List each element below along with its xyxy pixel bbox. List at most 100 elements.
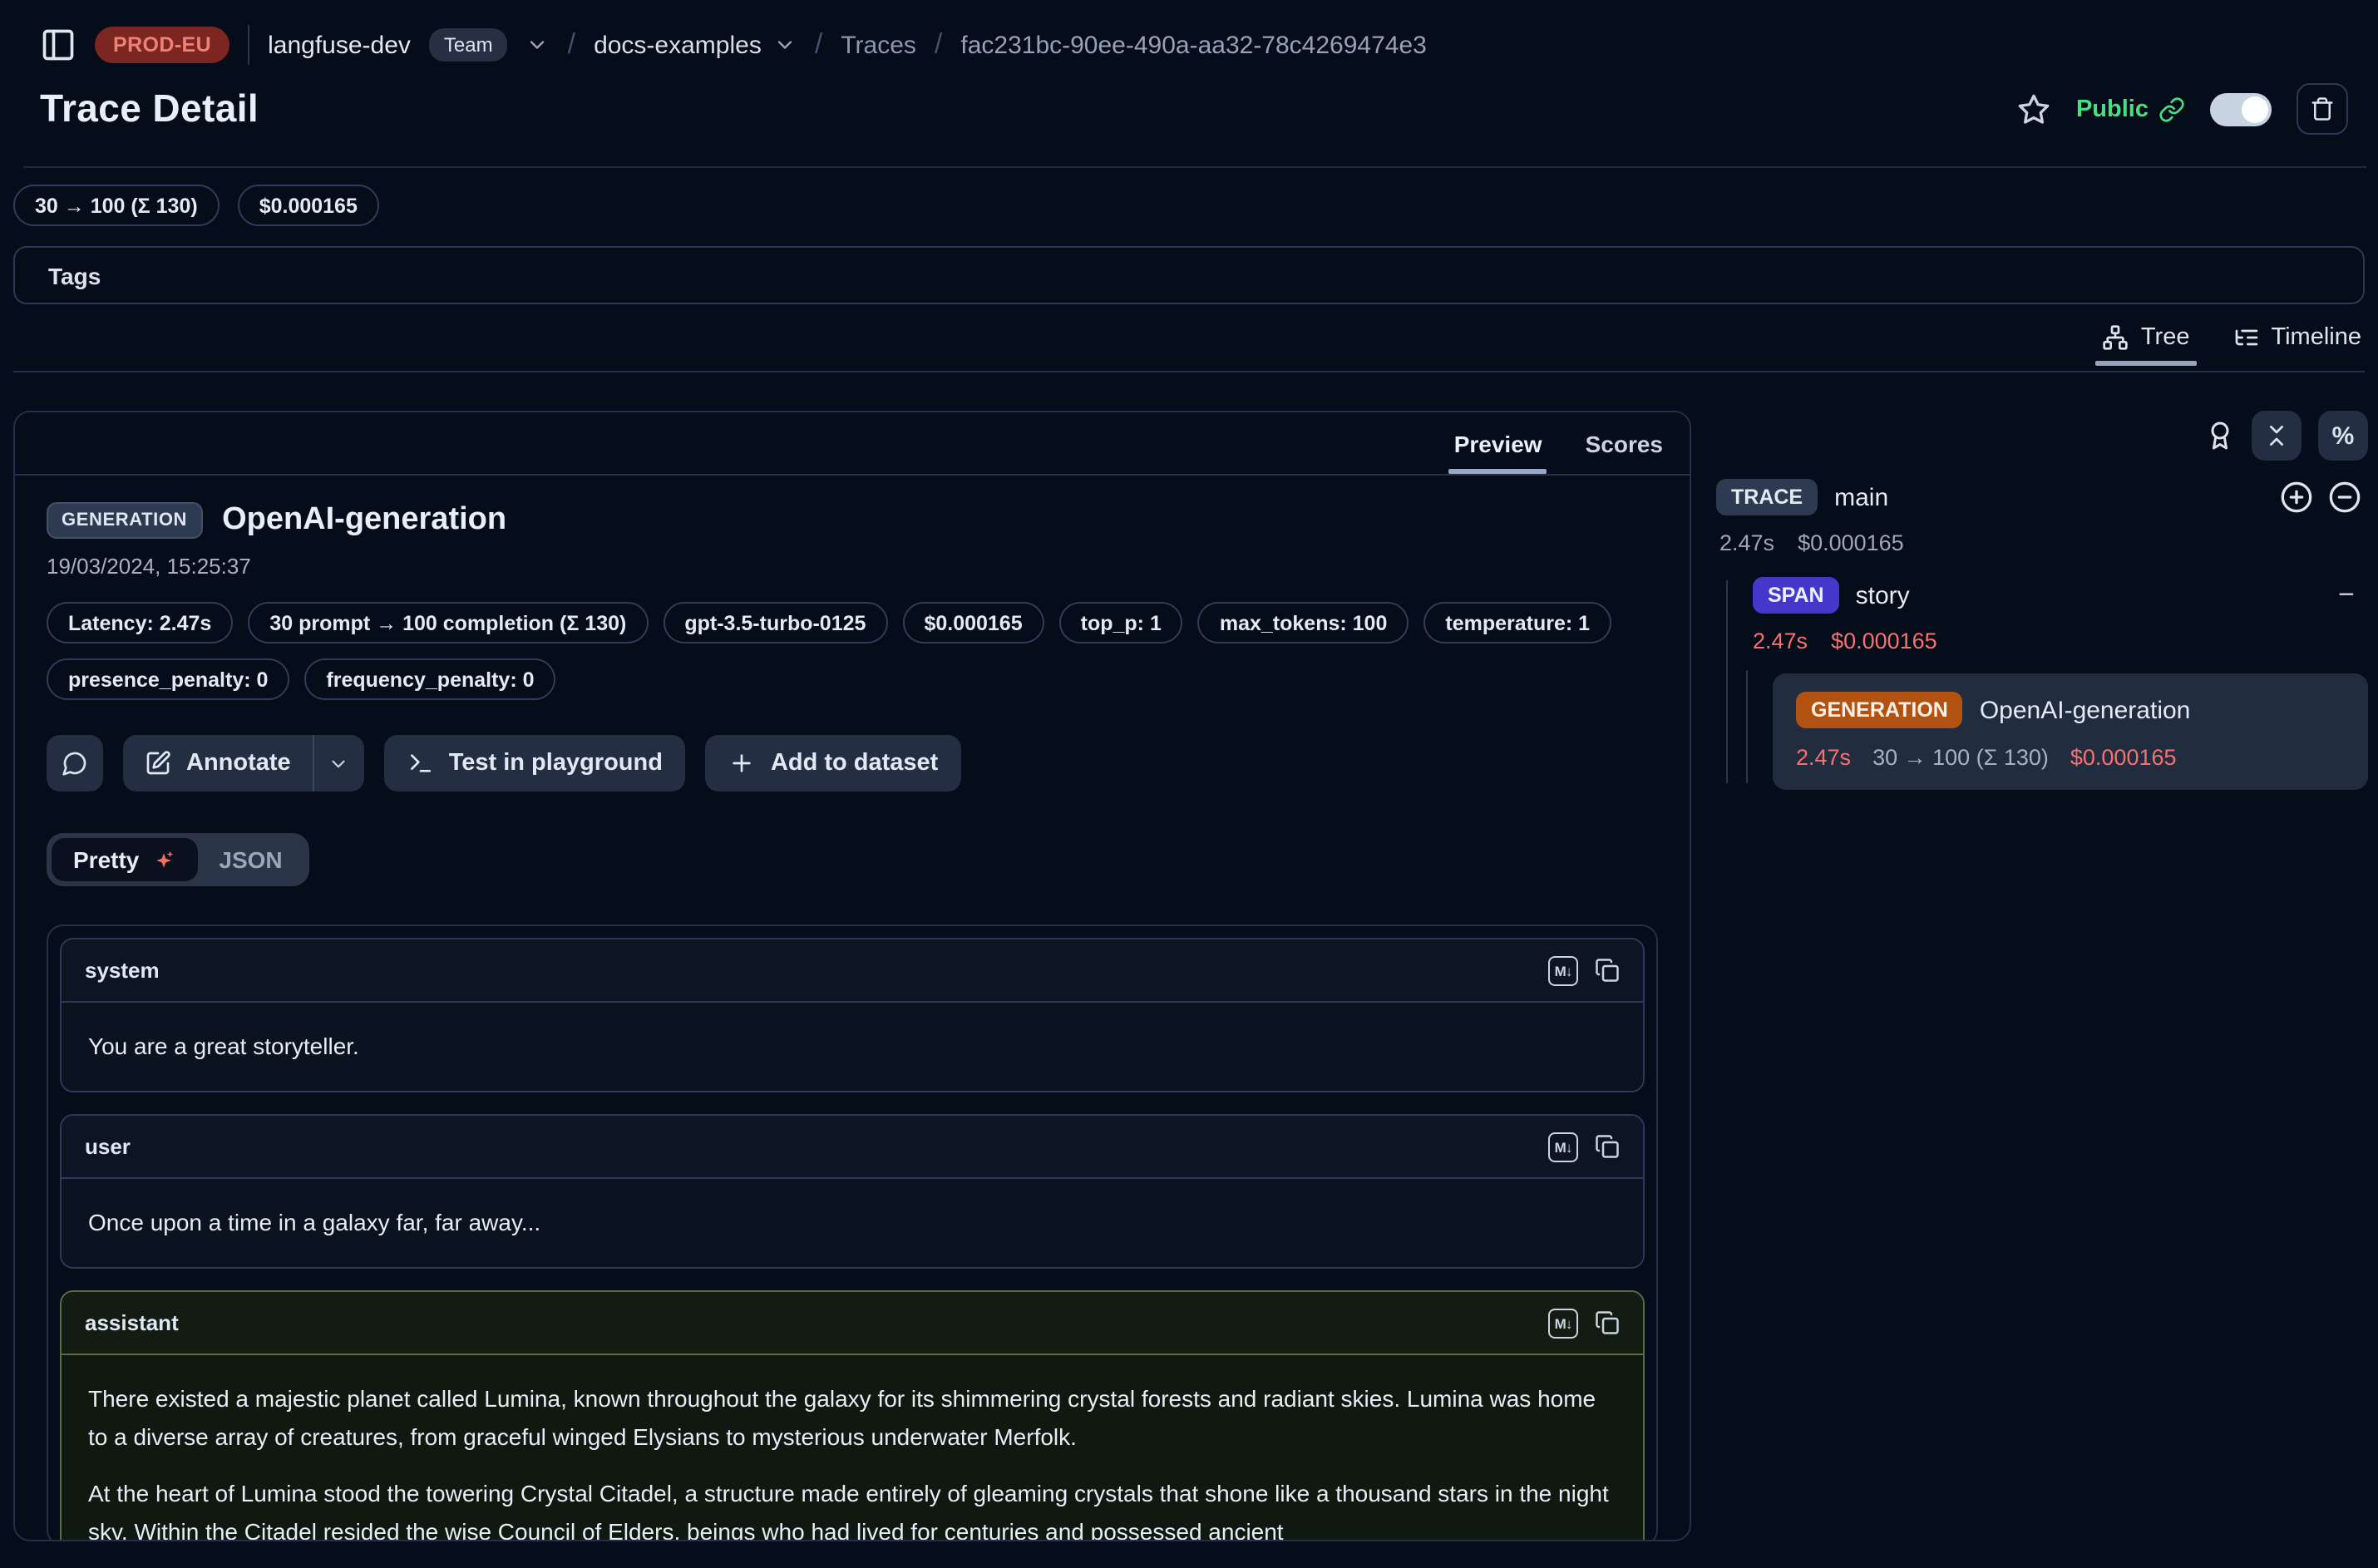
collapse-node-icon[interactable]: − xyxy=(2338,579,2368,612)
trace-type-badge: TRACE xyxy=(1716,479,1818,515)
message-role: assistant xyxy=(85,1310,179,1335)
org-chevron-down-icon[interactable] xyxy=(526,33,550,57)
pretty-label: Pretty xyxy=(73,846,139,873)
breadcrumb: PROD-EU langfuse-dev Team / docs-example… xyxy=(40,25,2345,65)
trace-detail-page: PROD-EU langfuse-dev Team / docs-example… xyxy=(0,0,2378,1568)
link-icon xyxy=(2158,96,2185,122)
span-name: story xyxy=(1856,581,1910,609)
add-to-dataset-label: Add to dataset xyxy=(771,750,938,777)
tab-preview[interactable]: Preview xyxy=(1454,431,1542,474)
toggle-knob xyxy=(2242,96,2268,122)
message-system: system M↓ You are a great storyteller. xyxy=(60,938,1645,1092)
tab-timeline[interactable]: Timeline xyxy=(2232,324,2361,366)
message-user: user M↓ Once upon a time in a galaxy far… xyxy=(60,1114,1645,1269)
messages-container: system M↓ You are a great storyteller. u… xyxy=(47,925,1658,1541)
breadcrumb-org[interactable]: langfuse-dev xyxy=(268,31,411,59)
generation-cost: $0.000165 xyxy=(2070,745,2177,770)
pen-square-icon xyxy=(145,750,171,777)
tabs-divider xyxy=(13,371,2365,372)
markdown-toggle-icon[interactable]: M↓ xyxy=(1548,955,1578,985)
breadcrumb-traces-link[interactable]: Traces xyxy=(841,31,916,59)
tab-tree[interactable]: Tree xyxy=(2103,324,2190,366)
observation-preview-panel: Preview Scores GENERATION OpenAI-generat… xyxy=(13,411,1691,1541)
breadcrumb-project[interactable]: docs-examples xyxy=(594,31,797,59)
divider xyxy=(248,25,249,65)
bookmark-star-icon[interactable] xyxy=(2018,92,2051,126)
message-assistant: assistant M↓ There existed a majestic pl… xyxy=(60,1290,1645,1541)
annotate-label: Annotate xyxy=(186,750,291,777)
playground-label: Test in playground xyxy=(449,750,663,777)
format-pretty-button[interactable]: Pretty xyxy=(52,838,197,881)
message-content: Once upon a time in a galaxy far, far aw… xyxy=(62,1179,1643,1267)
generation-name: OpenAI-generation xyxy=(1980,696,2191,724)
trace-latency: 2.47s xyxy=(1719,530,1774,555)
latency-badge: Latency: 2.47s xyxy=(47,602,233,643)
chevrons-down-up-icon xyxy=(2263,422,2290,449)
tree-icon xyxy=(2103,324,2129,351)
format-json-button[interactable]: JSON xyxy=(197,838,303,881)
tree-node-span[interactable]: SPAN story − xyxy=(1753,577,2368,614)
header-divider xyxy=(23,166,2366,168)
project-chevron-down-icon[interactable] xyxy=(773,33,797,57)
toggle-metrics-button[interactable]: % xyxy=(2318,411,2368,461)
token-breakdown-badge: 30 prompt → 100 completion (Σ 130) xyxy=(248,602,648,643)
tags-label: Tags xyxy=(48,262,101,288)
delete-trace-button[interactable] xyxy=(2297,83,2348,135)
model-badge[interactable]: gpt-3.5-turbo-0125 xyxy=(663,602,887,643)
test-in-playground-button[interactable]: Test in playground xyxy=(384,735,686,791)
span-cost: $0.000165 xyxy=(1831,629,1937,653)
span-metrics: 2.47s $0.000165 xyxy=(1753,629,2368,653)
top-p-badge: top_p: 1 xyxy=(1059,602,1183,643)
timeline-icon xyxy=(2232,324,2259,351)
breadcrumb-separator: / xyxy=(568,28,575,62)
presence-penalty-badge: presence_penalty: 0 xyxy=(47,658,289,700)
tree-node-trace[interactable]: TRACE main xyxy=(1716,479,2368,515)
copy-icon[interactable] xyxy=(1595,958,1620,983)
terminal-icon xyxy=(407,750,434,777)
comment-button[interactable] xyxy=(47,735,103,791)
message-role: system xyxy=(85,958,160,983)
collapse-all-circle-icon[interactable] xyxy=(2328,481,2361,514)
public-share-link[interactable]: Public xyxy=(2076,96,2185,122)
project-name: docs-examples xyxy=(594,31,762,59)
breadcrumb-separator: / xyxy=(815,28,822,62)
page-title: Trace Detail xyxy=(40,86,259,131)
observation-timestamp: 19/03/2024, 15:25:37 xyxy=(47,554,1658,579)
public-toggle[interactable] xyxy=(2210,92,2272,126)
environment-badge[interactable]: PROD-EU xyxy=(95,27,229,63)
max-tokens-badge: max_tokens: 100 xyxy=(1198,602,1409,643)
temperature-badge: temperature: 1 xyxy=(1423,602,1611,643)
copy-icon[interactable] xyxy=(1595,1310,1620,1335)
annotate-dropdown-button[interactable] xyxy=(314,735,364,791)
annotation-queue-icon[interactable] xyxy=(2205,421,2235,451)
message-role: user xyxy=(85,1134,131,1159)
trace-metrics: 2.47s $0.000165 xyxy=(1716,530,2368,555)
copy-icon[interactable] xyxy=(1595,1134,1620,1159)
markdown-toggle-icon[interactable]: M↓ xyxy=(1548,1132,1578,1161)
collapse-all-button[interactable] xyxy=(2252,411,2302,461)
tab-tree-label: Tree xyxy=(2141,324,2190,351)
message-content: You are a great storyteller. xyxy=(62,1003,1643,1091)
span-latency: 2.47s xyxy=(1753,629,1808,653)
tab-timeline-label: Timeline xyxy=(2271,324,2361,351)
tree-node-generation-selected[interactable]: GENERATION OpenAI-generation 2.47s 30 → … xyxy=(1773,673,2368,790)
award-icon xyxy=(2205,421,2235,451)
annotate-split-button: Annotate xyxy=(123,735,364,791)
annotate-button[interactable]: Annotate xyxy=(123,735,313,791)
generation-type-badge: GENERATION xyxy=(1796,692,1963,728)
expand-all-icon[interactable] xyxy=(2280,481,2313,514)
cost-badge: $0.000165 xyxy=(238,185,379,226)
tab-scores[interactable]: Scores xyxy=(1586,431,1663,474)
trace-tree-panel: % TRACE main 2.47s $0.000165 SPAN story … xyxy=(1716,411,2368,790)
frequency-penalty-badge: frequency_penalty: 0 xyxy=(304,658,555,700)
public-label: Public xyxy=(2076,96,2149,122)
add-to-dataset-button[interactable]: Add to dataset xyxy=(706,735,961,791)
sparkles-icon xyxy=(150,847,175,872)
assistant-paragraph: There existed a majestic planet called L… xyxy=(88,1380,1616,1457)
sidebar-toggle-icon[interactable] xyxy=(40,27,76,63)
plus-icon xyxy=(729,750,756,777)
observation-name: OpenAI-generation xyxy=(222,502,506,539)
tags-box[interactable]: Tags xyxy=(13,246,2365,304)
breadcrumb-trace-id: fac231bc-90ee-490a-aa32-78c4269474e3 xyxy=(960,31,1426,59)
markdown-toggle-icon[interactable]: M↓ xyxy=(1548,1308,1578,1338)
